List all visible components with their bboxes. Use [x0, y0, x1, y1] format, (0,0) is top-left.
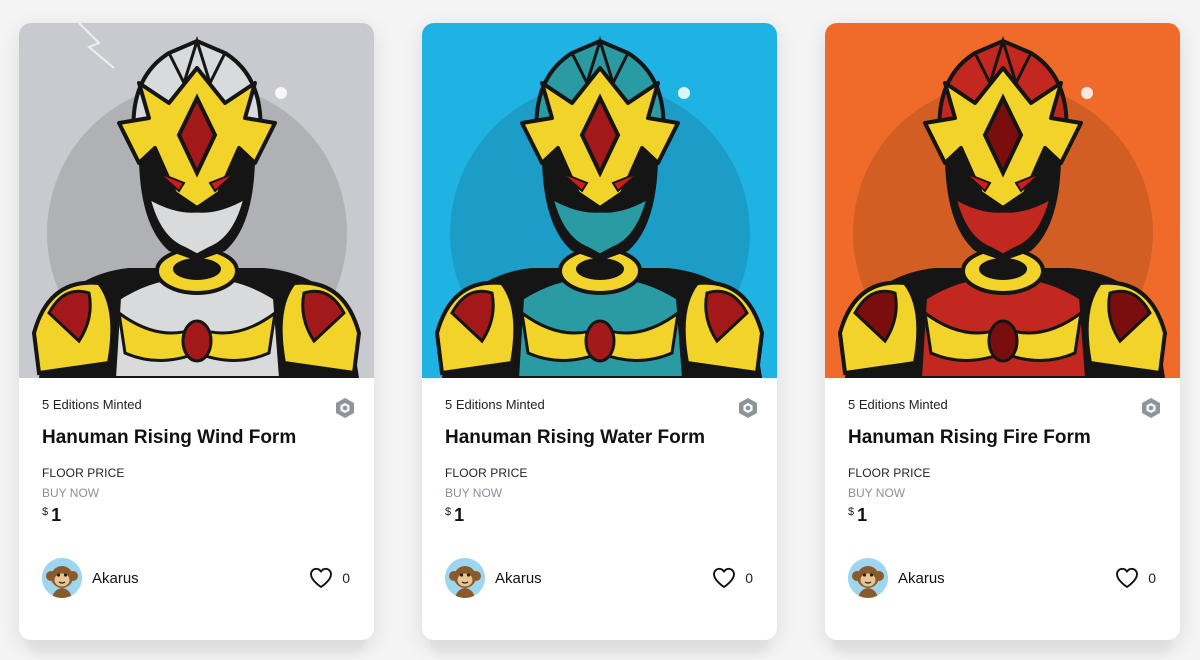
- price-amount: 1: [454, 505, 465, 525]
- nft-artwork[interactable]: [825, 23, 1180, 378]
- buy-now-label[interactable]: BUY NOW: [848, 486, 1162, 500]
- creator-name[interactable]: Akarus: [92, 570, 139, 587]
- like-button[interactable]: 0: [712, 567, 753, 589]
- floor-price-label: FLOOR PRICE: [445, 466, 528, 480]
- heart-outline-icon[interactable]: [309, 567, 333, 589]
- monkey-avatar[interactable]: [42, 558, 82, 598]
- price: $ 1: [42, 505, 356, 525]
- currency-symbol: $: [42, 506, 49, 518]
- like-count: 0: [745, 570, 753, 586]
- creator-link[interactable]: Akarus: [42, 558, 139, 598]
- price-amount: 1: [857, 505, 868, 525]
- currency-symbol: $: [848, 506, 855, 518]
- nft-card-water[interactable]: 5 Editions Minted Hanuman Rising Water F…: [422, 23, 777, 650]
- hexagon-chain-icon[interactable]: [737, 397, 759, 419]
- monkey-avatar[interactable]: [848, 558, 888, 598]
- like-count: 0: [342, 570, 350, 586]
- price: $ 1: [445, 505, 759, 525]
- nft-card-body[interactable]: 5 Editions Minted Hanuman Rising Water F…: [422, 23, 777, 640]
- heart-outline-icon[interactable]: [1115, 567, 1139, 589]
- price: $ 1: [848, 505, 1162, 525]
- nft-artwork[interactable]: [19, 23, 374, 378]
- buy-now-label[interactable]: BUY NOW: [445, 486, 759, 500]
- editions-minted-label: 5 Editions Minted: [445, 397, 545, 412]
- creator-name[interactable]: Akarus: [898, 570, 945, 587]
- like-button[interactable]: 0: [1115, 567, 1156, 589]
- like-button[interactable]: 0: [309, 567, 350, 589]
- creator-link[interactable]: Akarus: [445, 558, 542, 598]
- hexagon-chain-icon[interactable]: [334, 397, 356, 419]
- hexagon-chain-icon[interactable]: [1140, 397, 1162, 419]
- nft-artwork[interactable]: [422, 23, 777, 378]
- nft-title[interactable]: Hanuman Rising Water Form: [445, 427, 759, 449]
- nft-card-body[interactable]: 5 Editions Minted Hanuman Rising Fire Fo…: [825, 23, 1180, 640]
- buy-now-label[interactable]: BUY NOW: [42, 486, 356, 500]
- nft-card-fire[interactable]: 5 Editions Minted Hanuman Rising Fire Fo…: [825, 23, 1180, 650]
- creator-name[interactable]: Akarus: [495, 570, 542, 587]
- floor-price-label: FLOOR PRICE: [848, 466, 931, 480]
- like-count: 0: [1148, 570, 1156, 586]
- editions-minted-label: 5 Editions Minted: [42, 397, 142, 412]
- hanuman-artwork-image: [19, 23, 374, 378]
- currency-symbol: $: [445, 506, 452, 518]
- nft-card-body[interactable]: 5 Editions Minted Hanuman Rising Wind Fo…: [19, 23, 374, 640]
- editions-minted-label: 5 Editions Minted: [848, 397, 948, 412]
- nft-title[interactable]: Hanuman Rising Wind Form: [42, 427, 356, 449]
- hanuman-artwork-image: [825, 23, 1180, 378]
- heart-outline-icon[interactable]: [712, 567, 736, 589]
- floor-price-label: FLOOR PRICE: [42, 466, 125, 480]
- monkey-avatar[interactable]: [445, 558, 485, 598]
- hanuman-artwork-image: [422, 23, 777, 378]
- nft-card-wind[interactable]: 5 Editions Minted Hanuman Rising Wind Fo…: [19, 23, 374, 650]
- nft-title[interactable]: Hanuman Rising Fire Form: [848, 427, 1162, 449]
- price-amount: 1: [51, 505, 62, 525]
- creator-link[interactable]: Akarus: [848, 558, 945, 598]
